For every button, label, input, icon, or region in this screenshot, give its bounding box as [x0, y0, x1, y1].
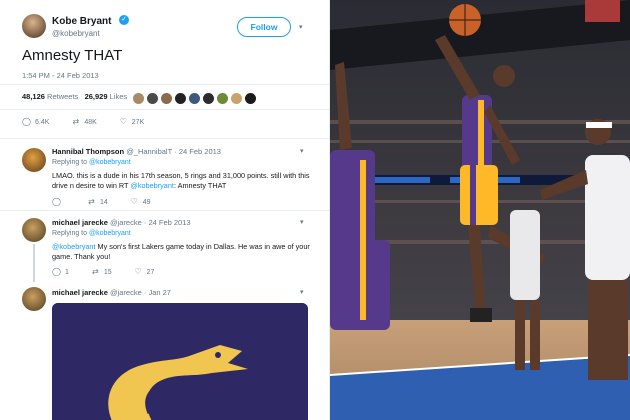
reply-actions: ◯ ⇄ 14 ♡ 49	[52, 197, 171, 206]
replying-mention[interactable]: @kobebryant	[89, 230, 131, 237]
verified-badge-icon: ✓	[119, 15, 129, 25]
heart-icon: ♡	[119, 117, 127, 126]
like-count-label: Likes	[109, 92, 128, 101]
reply-author-name: michael jarecke	[52, 288, 108, 297]
avatar[interactable]	[245, 93, 256, 104]
reply-date[interactable]: · 24 Feb 2013	[174, 147, 221, 156]
thread-connector-line	[33, 244, 35, 282]
retweet-icon: ⇄	[72, 117, 80, 126]
tweet-timestamp[interactable]: 1:54 PM - 24 Feb 2013	[22, 71, 99, 80]
like-button[interactable]: ♡ 27K	[119, 117, 145, 126]
divider	[0, 84, 329, 85]
retweet-button[interactable]: ⇄ 15	[91, 267, 112, 276]
avatar[interactable]	[161, 93, 172, 104]
reply-icon: ◯	[52, 197, 61, 206]
avatar[interactable]	[189, 93, 200, 104]
reply-button[interactable]: ◯ 1	[52, 267, 69, 276]
liker-avatars	[133, 91, 259, 104]
reply-author-name: michael jarecke	[52, 218, 108, 227]
replying-mention[interactable]: @kobebryant	[89, 159, 131, 166]
retweet-icon: ⇄	[92, 267, 99, 276]
like-count[interactable]: 26,929	[85, 92, 108, 101]
chevron-down-icon[interactable]: ▾	[300, 147, 304, 155]
reply-author-handle: @jarecke	[109, 218, 142, 227]
reply-icon: ◯	[52, 267, 61, 276]
photo-illustration	[330, 0, 630, 420]
engagement-counts: 48,126 Retweets 26,929 Likes	[22, 92, 127, 101]
reply-button[interactable]: ◯ 6.4K	[22, 117, 49, 126]
reply-date[interactable]: · Jan 27	[144, 288, 171, 297]
like-action-count: 27K	[131, 119, 145, 126]
author-name[interactable]: Kobe Bryant	[52, 16, 111, 27]
retweet-count-label: Retweets	[47, 92, 79, 101]
avatar[interactable]	[231, 93, 242, 104]
divider	[0, 210, 329, 211]
reply-author[interactable]: Hannibal Thompson @_HannibalT · 24 Feb 2…	[52, 147, 221, 156]
tweet-text: Amnesty THAT	[22, 47, 123, 64]
reply-author[interactable]: michael jarecke @jarecke · 24 Feb 2013	[52, 218, 191, 227]
retweet-icon: ⇄	[88, 197, 95, 206]
like-button[interactable]: ♡ 49	[130, 197, 151, 206]
mention-link[interactable]: @kobebryant	[130, 181, 174, 190]
basketball-photo	[330, 0, 630, 420]
tweet-media-image[interactable]	[52, 303, 308, 420]
retweet-action-count: 48K	[84, 119, 97, 126]
tweet-panel: Kobe Bryant ✓ @kobebryant Follow ▾ Amnes…	[0, 0, 330, 420]
reply-text-line: game. Thank you!	[52, 252, 111, 261]
reply-date[interactable]: · 24 Feb 2013	[144, 218, 191, 227]
replying-to: Replying to @kobebryant	[52, 159, 131, 166]
chevron-down-icon[interactable]: ▾	[300, 218, 304, 226]
chevron-down-icon[interactable]: ▾	[300, 288, 304, 296]
replying-label: Replying to	[52, 159, 88, 166]
replying-to: Replying to @kobebryant	[52, 230, 131, 237]
avatar[interactable]	[22, 287, 46, 311]
reply-author-handle: @_HannibalT	[126, 147, 173, 156]
avatar[interactable]	[22, 218, 46, 242]
like-button[interactable]: ♡ 27	[134, 267, 155, 276]
chevron-down-icon[interactable]: ▾	[299, 23, 307, 31]
divider	[0, 138, 329, 139]
retweet-count[interactable]: 48,126	[22, 92, 45, 101]
divider	[0, 109, 329, 110]
snake-logo-icon	[52, 303, 308, 420]
author-handle[interactable]: @kobebryant	[52, 29, 100, 38]
reply-button[interactable]: ◯	[52, 197, 65, 206]
heart-icon: ♡	[130, 197, 138, 206]
retweet-button[interactable]: ⇄ 14	[87, 197, 108, 206]
avatar[interactable]	[175, 93, 186, 104]
like-action-count: 27	[146, 269, 155, 276]
like-action-count: 49	[142, 199, 151, 206]
tweet-actions: ◯ 6.4K ⇄ 48K ♡ 27K	[22, 117, 164, 126]
reply-author[interactable]: michael jarecke @jarecke · Jan 27	[52, 288, 171, 297]
reply-text: @kobebryant My son's first Lakers game t…	[52, 242, 317, 262]
reply-icon: ◯	[22, 117, 31, 126]
avatar[interactable]	[147, 93, 158, 104]
follow-button[interactable]: Follow	[237, 17, 291, 37]
reply-author-name: Hannibal Thompson	[52, 147, 125, 156]
avatar[interactable]	[22, 148, 46, 172]
avatar[interactable]	[217, 93, 228, 104]
reply-text-part: drive n desire to win RT	[52, 181, 131, 190]
reply-text: LMAO. this is a dude in his 17th season,…	[52, 171, 317, 191]
heart-icon: ♡	[134, 267, 142, 276]
replying-label: Replying to	[52, 230, 88, 237]
avatar[interactable]	[203, 93, 214, 104]
mention-link[interactable]: @kobebryant	[52, 242, 96, 251]
avatar[interactable]	[133, 93, 144, 104]
reply-text-line: LMAO. this is a dude in his 17th season,…	[52, 171, 310, 180]
retweet-action-count: 14	[99, 199, 108, 206]
retweet-action-count: 15	[103, 269, 112, 276]
avatar[interactable]	[22, 14, 46, 38]
reply-author-handle: @jarecke	[109, 288, 142, 297]
reply-text-part: : Amnesty THAT	[173, 181, 227, 190]
reply-count: 6.4K	[35, 119, 50, 126]
reply-count: 1	[65, 269, 69, 276]
reply-actions: ◯ 1 ⇄ 15 ♡ 27	[52, 267, 174, 276]
reply-text-part: My son's first Lakers game today in Dall…	[95, 242, 310, 251]
retweet-button[interactable]: ⇄ 48K	[71, 117, 97, 126]
